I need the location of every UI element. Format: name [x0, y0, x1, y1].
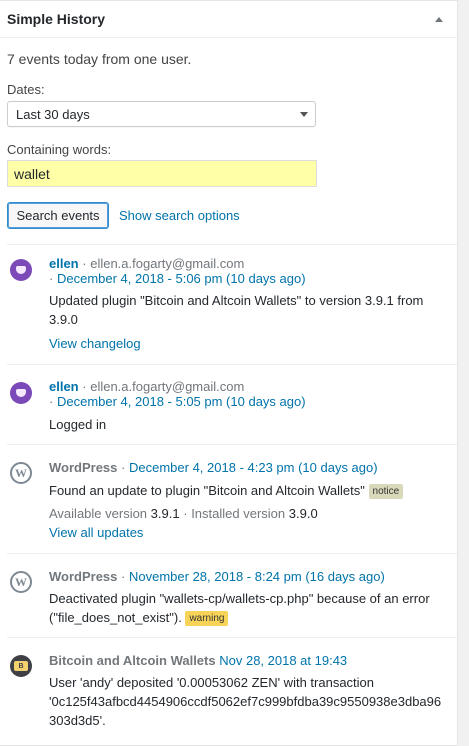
- collapse-toggle-icon[interactable]: [435, 16, 443, 22]
- available-version-value: 3.9.1: [150, 506, 180, 521]
- user-avatar: [10, 382, 32, 404]
- event-header: ellen · ellen.a.fogarty@gmail.com: [49, 256, 244, 271]
- words-label: Containing words:: [7, 142, 112, 157]
- event-message-line: '0c125f43afbcd4454906ccdf5062ef7c999bfdb…: [49, 694, 442, 709]
- divider: [7, 244, 457, 245]
- event-header: WordPress · December 4, 2018 - 4:23 pm (…: [49, 460, 378, 475]
- divider: [7, 553, 457, 554]
- wallet-plugin-icon: B: [10, 655, 32, 677]
- widget-header[interactable]: Simple History: [0, 1, 457, 38]
- divider: [7, 637, 457, 638]
- event-header: ellen · ellen.a.fogarty@gmail.com: [49, 379, 244, 394]
- divider: [7, 444, 457, 445]
- user-avatar: [10, 259, 32, 281]
- event-date-link[interactable]: Nov 28, 2018 at 19:43: [219, 653, 347, 668]
- warning-badge: warning: [185, 611, 229, 626]
- event-date-link[interactable]: November 28, 2018 - 8:24 pm (16 days ago…: [129, 569, 385, 584]
- event-header: WordPress · November 28, 2018 - 8:24 pm …: [49, 569, 385, 584]
- event-message-line: User 'andy' deposited '0.00053062 ZEN' w…: [49, 675, 375, 690]
- event-date-row: · December 4, 2018 - 5:05 pm (10 days ag…: [49, 394, 306, 409]
- divider: [7, 364, 457, 365]
- installed-version-label: Installed version: [191, 506, 286, 521]
- available-version-label: Available version: [49, 506, 148, 521]
- separator: ·: [121, 569, 126, 584]
- initiator-name[interactable]: ellen: [49, 256, 79, 271]
- initiator-name: WordPress: [49, 460, 118, 475]
- words-input-value: wallet: [14, 165, 50, 182]
- event-date-link[interactable]: December 4, 2018 - 5:06 pm (10 days ago): [57, 271, 306, 286]
- event-date-row: · December 4, 2018 - 5:06 pm (10 days ag…: [49, 271, 306, 286]
- search-events-label: Search events: [16, 208, 100, 223]
- event-message: User 'andy' deposited '0.00053062 ZEN' w…: [49, 673, 441, 730]
- view-changelog-link[interactable]: View changelog: [49, 336, 141, 351]
- event-message-line: ("file_does_not_exist").: [49, 610, 182, 625]
- widget-title: Simple History: [7, 11, 106, 27]
- initiator-name: Bitcoin and Altcoin Wallets: [49, 653, 216, 668]
- separator: ·: [121, 460, 126, 475]
- event-message: Updated plugin "Bitcoin and Altcoin Wall…: [49, 291, 423, 329]
- wordpress-icon: W: [10, 462, 32, 484]
- initiator-name: WordPress: [49, 569, 118, 584]
- separator: ·: [49, 271, 54, 286]
- event-message-line: 3.9.0: [49, 312, 78, 327]
- dates-label: Dates:: [7, 82, 45, 97]
- notice-badge: notice: [368, 484, 404, 499]
- event-date-link[interactable]: December 4, 2018 - 5:05 pm (10 days ago): [57, 394, 306, 409]
- event-date-link[interactable]: December 4, 2018 - 4:23 pm (10 days ago): [129, 460, 378, 475]
- separator: ·: [183, 506, 188, 521]
- event-message-line: Deactivated plugin "wallets-cp/wallets-c…: [49, 591, 430, 606]
- event-header: Bitcoin and Altcoin Wallets Nov 28, 2018…: [49, 653, 347, 668]
- initiator-email: ellen.a.fogarty@gmail.com: [90, 256, 245, 271]
- installed-version-value: 3.9.0: [288, 506, 318, 521]
- dates-select-value: Last 30 days: [16, 106, 90, 122]
- events-summary: 7 events today from one user.: [7, 51, 192, 67]
- event-message: Deactivated plugin "wallets-cp/wallets-c…: [49, 589, 430, 627]
- wordpress-icon: W: [10, 571, 32, 593]
- simple-history-widget: Simple History 7 events today from one u…: [0, 0, 458, 746]
- initiator-email: ellen.a.fogarty@gmail.com: [90, 379, 245, 394]
- event-message-text: Found an update to plugin "Bitcoin and A…: [49, 483, 365, 498]
- event-message: Found an update to plugin "Bitcoin and A…: [49, 481, 404, 500]
- initiator-name[interactable]: ellen: [49, 379, 79, 394]
- separator: ·: [82, 256, 87, 271]
- words-input[interactable]: wallet: [7, 160, 317, 187]
- separator: ·: [82, 379, 87, 394]
- search-events-button[interactable]: Search events: [7, 202, 109, 229]
- event-message-line: 303d3d5'.: [49, 713, 106, 728]
- view-all-updates-link[interactable]: View all updates: [49, 525, 143, 540]
- event-message: Logged in: [49, 417, 107, 432]
- chevron-down-icon: [300, 112, 308, 117]
- dates-select[interactable]: Last 30 days: [7, 101, 316, 127]
- separator: ·: [49, 394, 54, 409]
- show-search-options-link[interactable]: Show search options: [119, 208, 240, 223]
- event-message-line: Updated plugin "Bitcoin and Altcoin Wall…: [49, 293, 424, 308]
- event-details: Available version 3.9.1 · Installed vers…: [49, 504, 318, 523]
